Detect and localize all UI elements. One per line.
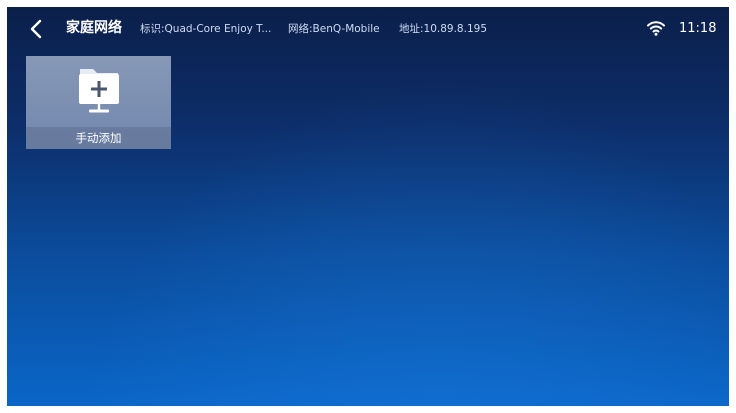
top-bar: 家庭网络 标识:Quad-Core Enjoy T... 网络:BenQ-Mob… [7, 7, 729, 51]
network-name: 网络:BenQ-Mobile [288, 23, 380, 35]
manual-add-tile[interactable]: 手动添加 [26, 56, 171, 149]
chevron-left-icon [30, 19, 42, 39]
wifi-icon [647, 20, 665, 36]
clock: 11:18 [679, 21, 717, 36]
page-title: 家庭网络 [66, 20, 122, 36]
tile-label: 手动添加 [75, 131, 122, 145]
ip-address: 地址:10.89.8.195 [399, 23, 487, 35]
add-folder-icon [76, 64, 122, 116]
device-identifier: 标识:Quad-Core Enjoy T... [140, 23, 272, 35]
back-button[interactable] [25, 17, 49, 41]
app-screen: 家庭网络 标识:Quad-Core Enjoy T... 网络:BenQ-Mob… [7, 7, 729, 406]
